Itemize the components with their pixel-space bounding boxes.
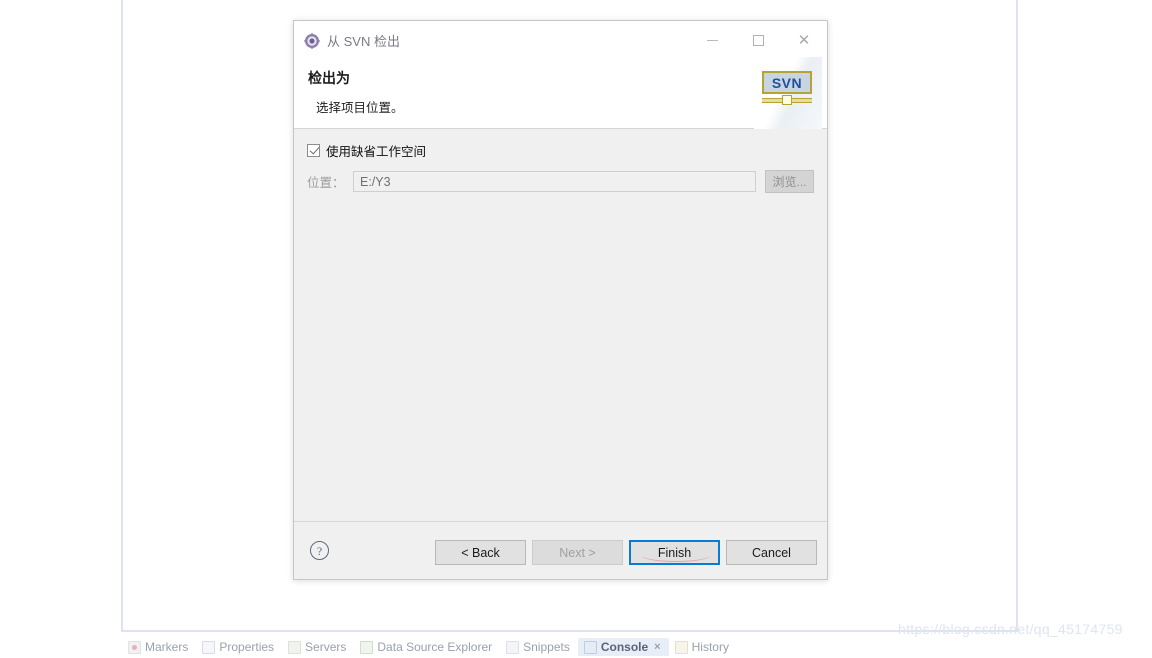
svn-banner-logo: SVN	[754, 57, 822, 129]
view-tab-label: Data Source Explorer	[377, 640, 493, 654]
snippets-icon	[506, 640, 520, 654]
dialog-banner: 检出为 选择项目位置。 SVN	[294, 57, 827, 129]
location-label: 位置：	[307, 176, 345, 190]
svn-logo-badge: SVN	[762, 71, 812, 105]
close-button[interactable]: ✕	[781, 21, 827, 60]
view-tab-label: Snippets	[523, 640, 570, 654]
cancel-button[interactable]: Cancel	[726, 540, 817, 565]
watermark: https://blog.csdn.net/qq_45174759	[898, 621, 1123, 637]
close-icon: ✕	[797, 31, 811, 49]
workbench-bottom-border	[121, 630, 1018, 632]
next-button: Next >	[532, 540, 623, 565]
window-controls: ✕	[689, 21, 827, 60]
dialog-title-bar[interactable]: 从 SVN 检出 ✕	[294, 21, 827, 60]
finish-button-label: Finish	[657, 545, 692, 560]
location-row: 位置： E:/Y3 浏览...	[307, 170, 814, 193]
view-tab-label: History	[691, 640, 729, 654]
svn-repository-icon	[304, 32, 320, 49]
properties-icon	[202, 640, 216, 654]
view-tab-properties[interactable]: Properties	[196, 638, 282, 656]
close-icon[interactable]: ×	[654, 641, 660, 653]
maximize-icon	[752, 35, 764, 46]
back-button[interactable]: < Back	[435, 540, 526, 565]
data-source-explorer-icon	[360, 640, 374, 654]
dialog-title: 从 SVN 检出	[327, 34, 400, 49]
checkout-from-svn-dialog: 从 SVN 检出 ✕ 检出为 选择项目位置。 SVN 使用缺省工作空间 位置： …	[293, 20, 828, 580]
minimize-button[interactable]	[689, 21, 735, 60]
view-tab-servers[interactable]: Servers	[282, 638, 354, 656]
view-tab-markers[interactable]: Markers	[122, 638, 196, 656]
dialog-footer: ? < Back Next > Finish Cancel	[294, 522, 827, 579]
svn-logo-text: SVN	[771, 74, 803, 91]
location-input[interactable]: E:/Y3	[353, 171, 756, 192]
view-tab-history[interactable]: History	[669, 638, 737, 656]
history-icon	[674, 640, 688, 654]
workbench-left-border	[121, 0, 123, 632]
view-tab-label: Markers	[145, 640, 189, 654]
console-icon	[583, 640, 597, 654]
finish-button[interactable]: Finish	[629, 540, 720, 565]
view-tab-label: Console	[600, 640, 649, 654]
title-bar-left: 从 SVN 检出	[294, 31, 400, 50]
maximize-button[interactable]	[735, 21, 781, 60]
view-tab-label: Properties	[219, 640, 275, 654]
use-default-workspace-label: 使用缺省工作空间	[326, 144, 427, 159]
view-tab-console[interactable]: Console ×	[577, 638, 669, 656]
svn-logo-knob	[782, 95, 792, 105]
page-description: 选择项目位置。	[316, 101, 404, 115]
browse-button[interactable]: 浏览...	[765, 170, 814, 193]
view-tab-snippets[interactable]: Snippets	[500, 638, 578, 656]
svn-logo-box: SVN	[762, 71, 812, 94]
view-tab-data-source-explorer[interactable]: Data Source Explorer	[354, 638, 500, 656]
servers-icon	[288, 640, 302, 654]
workbench-right-border	[1016, 0, 1018, 632]
page-title: 检出为	[308, 70, 350, 86]
view-tab-strip: Markers Properties Servers Data Source E…	[122, 636, 1152, 658]
dialog-body: 使用缺省工作空间 位置： E:/Y3 浏览...	[294, 129, 827, 522]
markers-icon	[128, 640, 141, 654]
use-default-workspace-row[interactable]: 使用缺省工作空间	[307, 141, 814, 159]
use-default-workspace-checkbox[interactable]	[307, 143, 320, 157]
help-icon[interactable]: ?	[310, 541, 329, 560]
minimize-icon	[706, 40, 718, 41]
view-tab-label: Servers	[305, 640, 347, 654]
footer-button-group: < Back Next > Finish Cancel	[435, 540, 817, 565]
